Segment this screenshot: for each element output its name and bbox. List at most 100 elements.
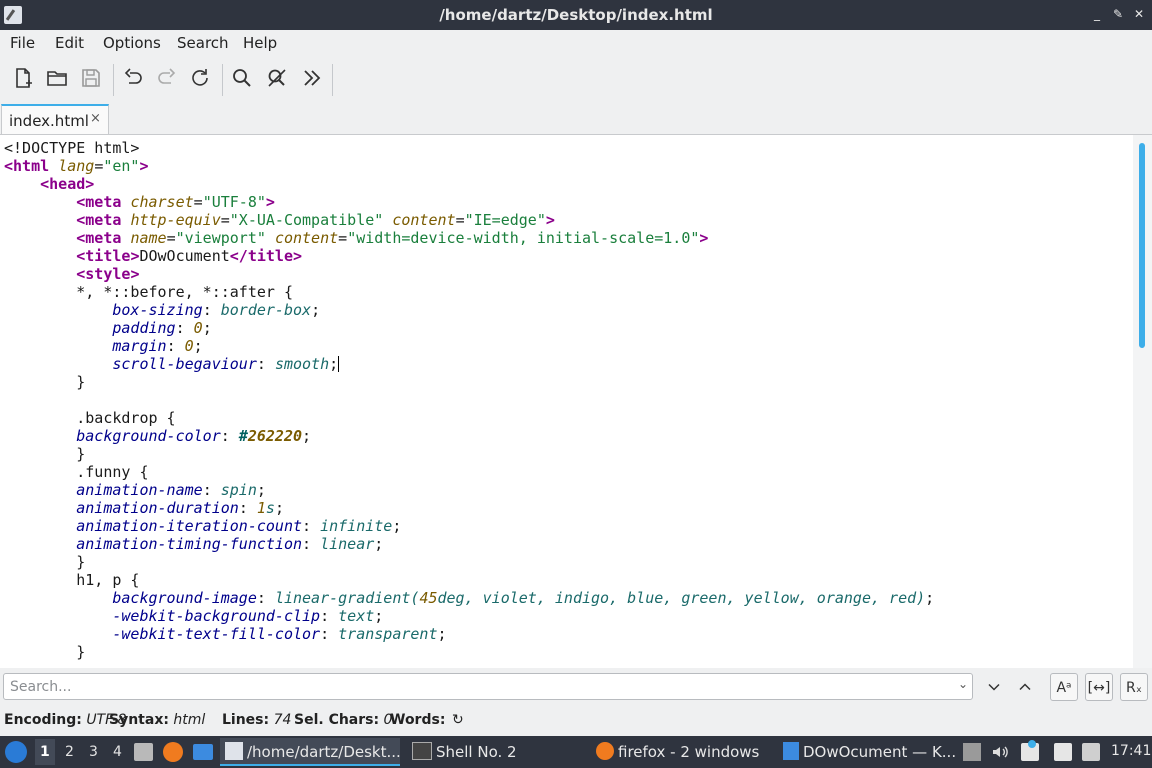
terminal-icon	[412, 742, 432, 760]
close-icon[interactable]: ✕	[1132, 6, 1146, 22]
syntax-status: Syntax: html	[109, 712, 206, 728]
code-line: <meta name="viewport" content="width=dev…	[76, 229, 709, 247]
code-line: }	[4, 553, 86, 571]
code-line: animation-iteration-count: infinite;	[76, 517, 402, 535]
task-editor[interactable]: /home/dartz/Deskt...	[220, 738, 401, 766]
workspace-2[interactable]: 2	[65, 744, 74, 760]
code-line: <html lang="en">	[4, 157, 149, 175]
code-line: animation-duration: 1s;	[76, 499, 284, 517]
code-line: -webkit-background-clip: text;	[112, 607, 384, 625]
task-firefox-label: firefox - 2 windows	[618, 743, 760, 761]
match-case-icon[interactable]: Aᵃ	[1050, 673, 1078, 701]
clock[interactable]: 17:41	[1111, 743, 1151, 759]
task-shell-label: Shell No. 2	[436, 743, 517, 761]
task-editor-label: /home/dartz/Deskt...	[247, 743, 401, 761]
menu-options[interactable]: Options	[103, 34, 161, 52]
volume-icon[interactable]	[991, 743, 1009, 761]
redo-icon[interactable]	[153, 64, 181, 92]
find-next-icon[interactable]	[980, 673, 1008, 701]
menu-file[interactable]: File	[10, 34, 35, 52]
text-caret	[338, 356, 340, 372]
code-line: <style>	[76, 265, 140, 283]
toolbar-separator	[113, 64, 114, 96]
search-icon[interactable]	[228, 64, 256, 92]
code-editor[interactable]: <!DOCTYPE html> <html lang="en"> <head> <…	[0, 135, 1133, 668]
code-line: scroll-begaviour: smooth;	[112, 355, 340, 373]
code-line: h1, p {	[4, 571, 140, 589]
code-line: ​	[4, 391, 934, 409]
clipboard-icon[interactable]	[1054, 743, 1072, 761]
menu-bar: File Edit Options Search Help	[0, 30, 1152, 56]
update-icon[interactable]	[1082, 743, 1100, 761]
search-field[interactable]: ⌄	[3, 673, 973, 700]
minimize-icon[interactable]: _	[1090, 6, 1104, 22]
task-firefox[interactable]: firefox - 2 windows	[594, 738, 769, 766]
code-text[interactable]: <!DOCTYPE html> <html lang="en"> <head> <…	[4, 139, 934, 661]
code-line: margin: 0;	[112, 337, 203, 355]
search-input[interactable]	[8, 676, 942, 698]
refresh-count-icon[interactable]: ↻	[452, 712, 464, 728]
code-line: background-image: linear-gradient(45deg,…	[112, 589, 935, 607]
new-file-icon[interactable]	[9, 64, 37, 92]
notification-dot	[1028, 740, 1036, 748]
desktop-icon[interactable]	[193, 744, 213, 760]
close-tab-icon[interactable]: ×	[90, 111, 101, 126]
encoding-status: Encoding: UTF-8	[4, 712, 127, 728]
task-browser-page-label: DOwOcument — K...	[803, 743, 957, 761]
workspace-3[interactable]: 3	[89, 744, 98, 760]
upload-icon[interactable]	[963, 743, 981, 761]
toolbar-separator	[332, 64, 333, 96]
workspace-1[interactable]: 1	[40, 744, 50, 760]
code-line: animation-timing-function: linear;	[76, 535, 384, 553]
code-line: <head>	[40, 175, 95, 193]
menu-help[interactable]: Help	[243, 34, 277, 52]
firefox-launcher-icon[interactable]	[163, 742, 183, 762]
code-line: *, *::before, *::after {	[4, 283, 293, 301]
undo-icon[interactable]	[119, 64, 147, 92]
maximize-icon[interactable]: ✎	[1111, 6, 1125, 22]
save-icon[interactable]	[77, 64, 105, 92]
code-line: <meta http-equiv="X-UA-Compatible" conte…	[76, 211, 555, 229]
browser-page-icon	[783, 742, 799, 760]
task-shell[interactable]: Shell No. 2	[410, 738, 580, 766]
file-manager-icon[interactable]	[134, 743, 153, 761]
chevron-down-icon[interactable]: ⌄	[958, 677, 968, 691]
code-line: }	[4, 445, 86, 463]
tab-bar: index.html ×	[0, 102, 1152, 135]
open-folder-icon[interactable]	[43, 64, 71, 92]
taskbar: 1 2 3 4 /home/dartz/Deskt... Shell No. 2…	[0, 736, 1152, 768]
vertical-scrollbar[interactable]	[1133, 135, 1152, 668]
code-line: padding: 0;	[112, 319, 212, 337]
code-line: .funny {	[4, 463, 149, 481]
tab-index-html[interactable]: index.html ×	[1, 104, 109, 134]
code-line: <meta charset="UTF-8">	[76, 193, 275, 211]
code-line: }	[4, 643, 86, 661]
whole-word-icon[interactable]: [↔]	[1085, 673, 1113, 701]
status-bar: Encoding: UTF-8 Syntax: html Lines: 74 S…	[0, 708, 1152, 736]
reload-icon[interactable]	[186, 64, 214, 92]
code-line: -webkit-text-fill-color: transparent;	[112, 625, 447, 643]
start-menu-icon[interactable]	[5, 741, 27, 763]
code-line: .backdrop {	[4, 409, 176, 427]
workspace-4[interactable]: 4	[113, 744, 122, 760]
more-icon[interactable]	[298, 64, 326, 92]
regex-icon[interactable]: Rₓ	[1120, 673, 1148, 701]
search-bar: ⌄ Aᵃ [↔] Rₓ	[0, 668, 1152, 708]
task-browser-page[interactable]: DOwOcument — K...	[781, 738, 956, 766]
find-previous-icon[interactable]	[1011, 673, 1039, 701]
find-replace-icon[interactable]	[263, 64, 291, 92]
code-line: box-sizing: border-box;	[112, 301, 321, 319]
code-line: <title>DOwOcument</title>	[76, 247, 303, 265]
menu-edit[interactable]: Edit	[55, 34, 84, 52]
tab-label: index.html	[9, 112, 89, 130]
code-line: background-color: #262220;	[76, 427, 312, 445]
toolbar	[0, 56, 1152, 102]
words-status: Words:	[390, 712, 446, 728]
menu-search[interactable]: Search	[177, 34, 229, 52]
toolbar-separator	[222, 64, 223, 96]
title-bar: /home/dartz/Desktop/index.html _ ✎ ✕	[0, 0, 1152, 30]
code-line: }	[4, 373, 86, 391]
lines-status: Lines: 74	[222, 712, 292, 728]
scrollbar-thumb[interactable]	[1139, 143, 1145, 348]
selchars-status: Sel. Chars: 0	[294, 712, 393, 728]
